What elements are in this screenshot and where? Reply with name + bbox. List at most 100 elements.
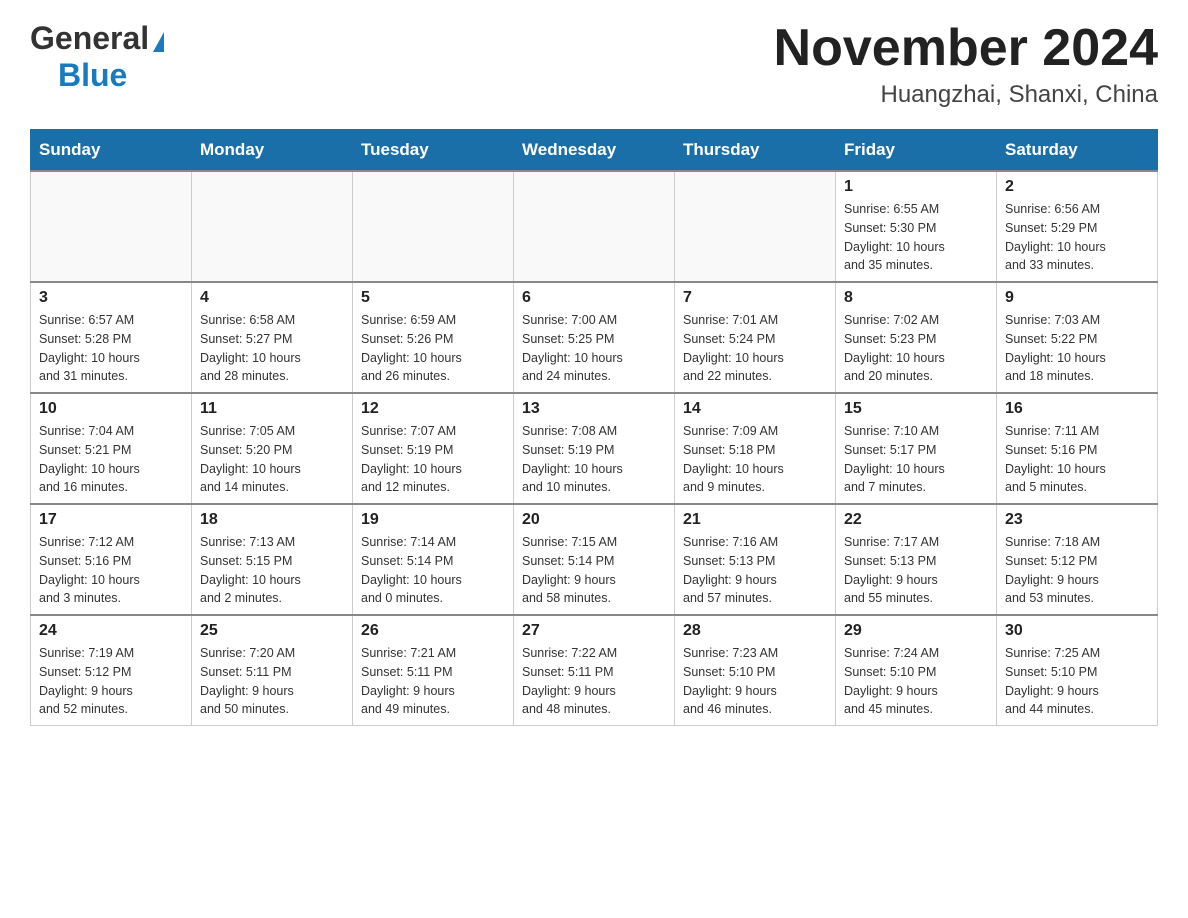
day-info-line: Sunrise: 7:18 AM (1005, 533, 1149, 552)
day-number: 17 (39, 511, 183, 529)
day-info-line: Sunrise: 6:58 AM (200, 311, 344, 330)
day-info: Sunrise: 7:02 AMSunset: 5:23 PMDaylight:… (844, 311, 988, 386)
day-info-line: Daylight: 10 hours (683, 349, 827, 368)
day-info-line: and 14 minutes. (200, 478, 344, 497)
day-number: 3 (39, 289, 183, 307)
day-info-line: Daylight: 9 hours (844, 571, 988, 590)
table-row: 5Sunrise: 6:59 AMSunset: 5:26 PMDaylight… (353, 282, 514, 393)
day-info-line: Sunrise: 7:19 AM (39, 644, 183, 663)
day-info-line: Sunrise: 7:15 AM (522, 533, 666, 552)
day-info-line: Sunrise: 7:10 AM (844, 422, 988, 441)
day-info-line: and 35 minutes. (844, 256, 988, 275)
day-info: Sunrise: 7:23 AMSunset: 5:10 PMDaylight:… (683, 644, 827, 719)
day-info: Sunrise: 7:05 AMSunset: 5:20 PMDaylight:… (200, 422, 344, 497)
table-row: 3Sunrise: 6:57 AMSunset: 5:28 PMDaylight… (31, 282, 192, 393)
header-tuesday: Tuesday (353, 130, 514, 172)
day-info: Sunrise: 7:07 AMSunset: 5:19 PMDaylight:… (361, 422, 505, 497)
day-number: 6 (522, 289, 666, 307)
day-info-line: Sunset: 5:23 PM (844, 330, 988, 349)
day-info: Sunrise: 7:03 AMSunset: 5:22 PMDaylight:… (1005, 311, 1149, 386)
table-row: 27Sunrise: 7:22 AMSunset: 5:11 PMDayligh… (514, 615, 675, 726)
day-info-line: Sunrise: 7:02 AM (844, 311, 988, 330)
day-info-line: Sunset: 5:12 PM (39, 663, 183, 682)
header-friday: Friday (836, 130, 997, 172)
day-info: Sunrise: 7:09 AMSunset: 5:18 PMDaylight:… (683, 422, 827, 497)
day-info-line: Daylight: 10 hours (522, 349, 666, 368)
day-info-line: Daylight: 10 hours (361, 571, 505, 590)
day-info-line: Daylight: 9 hours (683, 571, 827, 590)
day-info: Sunrise: 7:11 AMSunset: 5:16 PMDaylight:… (1005, 422, 1149, 497)
day-info-line: Sunset: 5:22 PM (1005, 330, 1149, 349)
day-info-line: and 2 minutes. (200, 589, 344, 608)
day-info: Sunrise: 7:12 AMSunset: 5:16 PMDaylight:… (39, 533, 183, 608)
day-info-line: Daylight: 9 hours (844, 682, 988, 701)
table-row: 24 Sunrise: 7:19 AMSunset: 5:12 PMDayligh… (31, 615, 192, 726)
logo: General Blue (30, 20, 164, 94)
logo-general-text: General (30, 20, 149, 57)
table-row: 6Sunrise: 7:00 AMSunset: 5:25 PMDaylight… (514, 282, 675, 393)
day-info-line: and 49 minutes. (361, 700, 505, 719)
day-info-line: Sunset: 5:13 PM (683, 552, 827, 571)
day-info-line: Daylight: 10 hours (683, 460, 827, 479)
day-info-line: Sunrise: 6:59 AM (361, 311, 505, 330)
header-sunday: Sunday (31, 130, 192, 172)
day-info-line: Sunset: 5:28 PM (39, 330, 183, 349)
day-number: 20 (522, 511, 666, 529)
day-info-line: Sunrise: 7:25 AM (1005, 644, 1149, 663)
table-row (192, 171, 353, 282)
table-row: 18Sunrise: 7:13 AMSunset: 5:15 PMDayligh… (192, 504, 353, 615)
day-number: 24 (39, 622, 183, 640)
day-info-line: Sunrise: 7:13 AM (200, 533, 344, 552)
table-row: 12Sunrise: 7:07 AMSunset: 5:19 PMDayligh… (353, 393, 514, 504)
day-info-line: Daylight: 9 hours (39, 682, 183, 701)
day-info: Sunrise: 7:21 AMSunset: 5:11 PMDaylight:… (361, 644, 505, 719)
day-info-line: Sunrise: 7:11 AM (1005, 422, 1149, 441)
day-info-line: and 45 minutes. (844, 700, 988, 719)
day-number: 9 (1005, 289, 1149, 307)
day-info-line: Daylight: 10 hours (1005, 460, 1149, 479)
day-info-line: Daylight: 9 hours (522, 682, 666, 701)
day-info-line: Sunset: 5:18 PM (683, 441, 827, 460)
day-number: 30 (1005, 622, 1149, 640)
day-info: Sunrise: 7:04 AMSunset: 5:21 PMDaylight:… (39, 422, 183, 497)
day-info-line: Sunrise: 7:01 AM (683, 311, 827, 330)
day-info-line: and 22 minutes. (683, 367, 827, 386)
day-info: Sunrise: 7:22 AMSunset: 5:11 PMDaylight:… (522, 644, 666, 719)
day-info-line: Sunset: 5:19 PM (361, 441, 505, 460)
day-info-line: Sunset: 5:10 PM (844, 663, 988, 682)
day-info-line: Sunrise: 6:56 AM (1005, 200, 1149, 219)
day-number: 8 (844, 289, 988, 307)
day-info-line: Sunset: 5:15 PM (200, 552, 344, 571)
week-row-5: 24Sunrise: 7:19 AMSunset: 5:12 PMDayligh… (31, 615, 1158, 726)
day-info-line: Sunrise: 7:05 AM (200, 422, 344, 441)
day-info-line: Sunrise: 7:03 AM (1005, 311, 1149, 330)
day-info: Sunrise: 7:25 AMSunset: 5:10 PMDaylight:… (1005, 644, 1149, 719)
day-info-line: Sunset: 5:13 PM (844, 552, 988, 571)
day-info: Sunrise: 7:17 AMSunset: 5:13 PMDaylight:… (844, 533, 988, 608)
day-info-line: and 16 minutes. (39, 478, 183, 497)
day-info-line: Sunrise: 7:07 AM (361, 422, 505, 441)
table-row: 25Sunrise: 7:20 AMSunset: 5:11 PMDayligh… (192, 615, 353, 726)
day-info-line: Sunset: 5:20 PM (200, 441, 344, 460)
table-row: 14Sunrise: 7:09 AMSunset: 5:18 PMDayligh… (675, 393, 836, 504)
table-row: 15Sunrise: 7:10 AMSunset: 5:17 PMDayligh… (836, 393, 997, 504)
day-number: 21 (683, 511, 827, 529)
day-info-line: and 33 minutes. (1005, 256, 1149, 275)
day-info-line: Sunset: 5:14 PM (361, 552, 505, 571)
day-info-line: and 48 minutes. (522, 700, 666, 719)
day-info-line: Daylight: 10 hours (39, 571, 183, 590)
table-row: 8 Sunrise: 7:02 AMSunset: 5:23 PMDaylight… (836, 282, 997, 393)
day-info-line: and 9 minutes. (683, 478, 827, 497)
day-info-line: Sunset: 5:24 PM (683, 330, 827, 349)
day-info-line: Sunset: 5:26 PM (361, 330, 505, 349)
day-info-line: Sunrise: 7:20 AM (200, 644, 344, 663)
header-thursday: Thursday (675, 130, 836, 172)
day-info-line: Sunrise: 7:22 AM (522, 644, 666, 663)
day-number: 26 (361, 622, 505, 640)
table-row: 7Sunrise: 7:01 AMSunset: 5:24 PMDaylight… (675, 282, 836, 393)
day-info-line: and 20 minutes. (844, 367, 988, 386)
day-info: Sunrise: 6:55 AMSunset: 5:30 PMDaylight:… (844, 200, 988, 275)
week-row-2: 3Sunrise: 6:57 AMSunset: 5:28 PMDaylight… (31, 282, 1158, 393)
day-info-line: Sunrise: 7:21 AM (361, 644, 505, 663)
day-info-line: Sunrise: 7:24 AM (844, 644, 988, 663)
